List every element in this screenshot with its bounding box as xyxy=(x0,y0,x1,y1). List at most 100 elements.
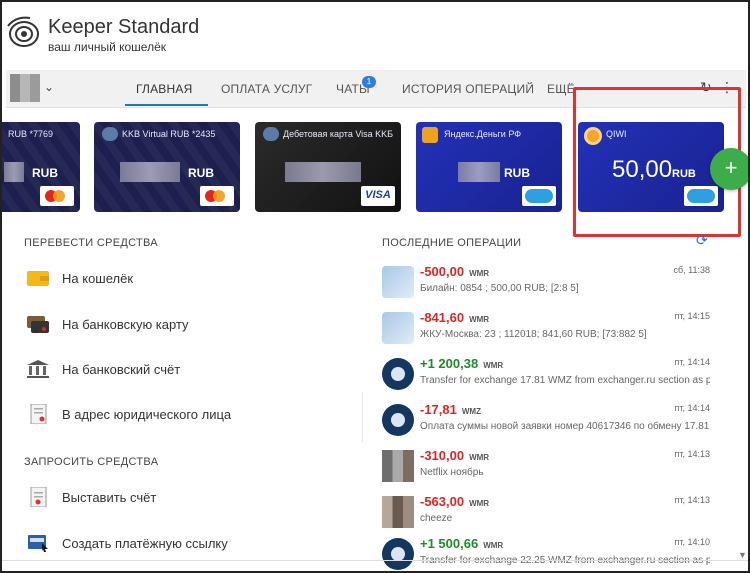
wallet-card[interactable]: RUB *7769 RUB xyxy=(2,122,80,212)
operation-row[interactable]: +1 500,66WMR Transfer for exchange 22.25… xyxy=(380,532,716,571)
operation-amount: -563,00 WMR xyxy=(420,494,489,509)
card-amount-hidden xyxy=(458,162,500,182)
amount-value: -563,00 xyxy=(420,494,465,509)
operation-row[interactable]: -841,60 WMR ЖКУ-Москва: 23 ; 112018; 841,… xyxy=(380,306,716,352)
cloud-icon xyxy=(522,186,556,206)
webmoney-exchange-icon xyxy=(382,538,414,570)
yandex-money-icon xyxy=(422,127,438,143)
tab-more[interactable]: ЕЩЁ xyxy=(547,82,575,96)
keeper-logo-icon xyxy=(7,16,39,47)
column-divider xyxy=(362,392,363,442)
add-wallet-button[interactable]: + xyxy=(710,148,748,190)
mastercard-icon xyxy=(200,186,234,206)
webmoney-exchange-icon xyxy=(382,358,414,390)
tab-history[interactable]: ИСТОРИЯ ОПЕРАЦИЙ xyxy=(402,82,534,96)
operation-description: Transfer for exchange 17.81 WMZ from exc… xyxy=(420,375,710,386)
operation-description: Оплата суммы новой заявки номер 40617346… xyxy=(420,421,710,432)
amount-currency: WMR xyxy=(483,361,504,370)
active-tab-indicator xyxy=(125,104,208,106)
operation-date: пт, 14:13 xyxy=(674,449,710,459)
operation-row[interactable]: -500,00 WMR Билайн: 0854 ; 500,00 RUB; [2… xyxy=(380,260,716,306)
visa-icon: VISA xyxy=(361,186,395,206)
transfer-section-title: ПЕРЕВЕСТИ СРЕДСТВА xyxy=(24,237,158,249)
amount-currency: WMR xyxy=(469,453,490,462)
bottom-divider xyxy=(2,560,748,561)
wallet-card[interactable]: Яндекс.Деньги РФ RUB xyxy=(416,122,562,212)
operation-amount: +1 500,66 WMR xyxy=(420,536,503,551)
operation-date: сб, 11:38 xyxy=(673,265,710,275)
action-label: На кошелёк xyxy=(62,271,134,286)
payment-link-icon xyxy=(28,535,48,552)
operation-description: Netflix ноябрь xyxy=(420,467,484,478)
transfer-to-legal-entity[interactable]: В адрес юридического лица xyxy=(24,400,354,430)
card-name: Дебетовая карта Visa KKБ xyxy=(283,129,394,139)
bank-building-icon xyxy=(27,360,49,378)
transfer-to-bank-card[interactable]: На банковскую карту xyxy=(24,310,354,340)
wallet-icon xyxy=(27,271,49,286)
operation-description: ЖКУ-Москва: 23 ; 112018; 841,60 RUB; [73… xyxy=(420,329,647,340)
amount-value: -17,81 xyxy=(420,402,457,417)
app-subtitle: ваш личный кошелёк xyxy=(48,40,167,54)
operation-date: пт, 14:14 xyxy=(674,357,710,367)
operation-amount: -310,00 WMR xyxy=(420,448,489,463)
bank-logo-icon xyxy=(263,127,279,141)
bank-card-icon xyxy=(27,316,49,333)
issue-invoice[interactable]: Выставить счёт xyxy=(24,483,354,513)
user-avatar xyxy=(382,450,414,482)
operation-amount: +1 200,38 WMR xyxy=(420,356,503,371)
card-name: Яндекс.Деньги РФ xyxy=(444,129,522,139)
operation-row[interactable]: +1 200,38 WMR Transfer for exchange 17.81… xyxy=(380,352,716,398)
action-label: Выставить счёт xyxy=(62,490,157,505)
scroll-down-icon[interactable]: ▼ xyxy=(738,550,747,560)
wallet-card[interactable]: KKB Virtual RUB *2435 RUB xyxy=(94,122,240,212)
wallet-card[interactable]: Дебетовая карта Visa KKБ VISA xyxy=(255,122,401,212)
action-label: Создать платёжную ссылку xyxy=(62,536,228,551)
amount-currency: WMZ xyxy=(461,407,481,416)
mobile-payment-icon xyxy=(382,266,414,298)
transfer-to-wallet[interactable]: На кошелёк xyxy=(24,264,354,294)
amount-currency: WMR xyxy=(469,315,490,324)
visa-label: VISA xyxy=(365,189,391,201)
utility-payment-icon xyxy=(382,312,414,344)
operation-row[interactable]: -563,00 WMR cheeze пт, 14:13 xyxy=(380,490,716,536)
app-window: Keeper Standard ваш личный кошелёк ⌄ ГЛА… xyxy=(0,0,750,573)
card-amount-hidden xyxy=(285,162,361,182)
amount-currency: WMR xyxy=(483,541,504,550)
amount-value: -841,60 xyxy=(420,310,465,325)
chats-badge: 1 xyxy=(362,76,376,88)
operation-description: Билайн: 0854 ; 500,00 RUB; [2:8 5] xyxy=(420,283,579,294)
amount-currency: WMR xyxy=(469,269,490,278)
request-section-title: ЗАПРОСИТЬ СРЕДСТВА xyxy=(24,456,159,468)
operations-title: ПОСЛЕДНИЕ ОПЕРАЦИИ xyxy=(382,237,522,249)
avatar[interactable] xyxy=(10,74,40,102)
history-icon[interactable]: ⟳ xyxy=(696,232,708,249)
tab-main[interactable]: ГЛАВНАЯ xyxy=(136,82,192,96)
amount-value: -500,00 xyxy=(420,264,465,279)
operation-description: cheeze xyxy=(420,513,453,524)
amount-value: +1 500,66 xyxy=(420,536,479,551)
card-amount-hidden xyxy=(120,162,180,182)
document-icon xyxy=(30,404,47,424)
webmoney-exchange-icon xyxy=(382,404,414,436)
card-currency: RUB xyxy=(32,166,58,180)
card-currency: RUB xyxy=(188,166,214,180)
user-avatar xyxy=(382,496,414,528)
operation-amount: -841,60 WMR xyxy=(420,310,489,325)
operation-date: пт, 14:13 xyxy=(674,495,710,505)
operation-row[interactable]: -17,81 WMZ Оплата суммы новой заявки номе… xyxy=(380,398,716,444)
operation-amount: -17,81 WMZ xyxy=(420,402,481,417)
chevron-down-icon[interactable]: ⌄ xyxy=(44,80,54,94)
operation-row[interactable]: -310,00 WMR Netflix ноябрь пт, 14:13 xyxy=(380,444,716,490)
mastercard-icon xyxy=(40,186,74,206)
transfer-to-bank-account[interactable]: На банковский счёт xyxy=(24,355,354,385)
header: Keeper Standard ваш личный кошелёк xyxy=(2,2,748,70)
tab-payments[interactable]: ОПЛАТА УСЛУГ xyxy=(221,82,312,96)
operation-date: пт, 14:14 xyxy=(674,403,710,413)
app-title: Keeper Standard xyxy=(48,16,200,38)
operation-date: пт, 14:10 xyxy=(674,537,710,547)
amount-value: +1 200,38 xyxy=(420,356,479,371)
action-label: В адрес юридического лица xyxy=(62,407,232,422)
amount-value: -310,00 xyxy=(420,448,465,463)
card-name: KKB Virtual RUB *2435 xyxy=(122,129,216,139)
create-payment-link[interactable]: Создать платёжную ссылку xyxy=(24,529,354,559)
